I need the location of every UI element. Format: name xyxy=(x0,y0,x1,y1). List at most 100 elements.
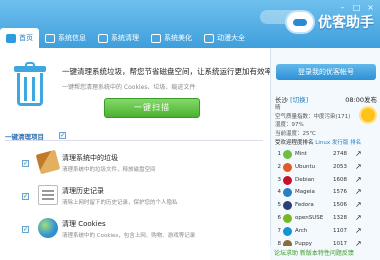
clean-item-junk: ✓ 清理系统中的垃圾 清理系统中的垃圾文件，释放磁盘空间 xyxy=(22,148,262,180)
item-title: 清理系统中的垃圾 xyxy=(62,154,118,162)
rank-number: 6 xyxy=(277,214,282,221)
item-description: 清理系统中的 Cookies，包含上网、购物、游戏等记录 xyxy=(62,233,196,239)
tab-home[interactable]: 首页 xyxy=(0,28,39,48)
cookies-checkbox[interactable]: ✓ xyxy=(22,226,29,233)
rank-number: 5 xyxy=(277,202,282,209)
broom-icon xyxy=(35,149,61,175)
one-click-scan-button[interactable]: 一键扫描 xyxy=(104,98,200,118)
distro-name: Ubuntu xyxy=(295,163,316,170)
air-quality: 空气质量指数：中度污染(171) xyxy=(275,114,351,120)
distro-score: 1506 xyxy=(333,202,347,209)
side-footer: 论坛求助 新版本特性问题反馈 xyxy=(270,246,380,260)
sun-icon xyxy=(361,108,375,122)
section-title: 一键清理项目 xyxy=(5,133,44,141)
feedback-links[interactable]: 论坛求助 新版本特性问题反馈 xyxy=(274,248,354,257)
clean-items-header: 一键清理项目 ✓ xyxy=(5,131,263,141)
rank-row[interactable]: 1 Mint 2748 ↗ xyxy=(273,148,379,161)
rank-row[interactable]: 7 Arch 1107 ↗ xyxy=(273,225,379,238)
distro-score: 1328 xyxy=(333,214,347,221)
rank-row[interactable]: 6 openSUSE 1328 ↗ xyxy=(273,212,379,225)
distro-score: 1107 xyxy=(333,227,347,234)
trend-arrow-icon: ↗ xyxy=(355,225,362,235)
current-temp: 当前温度：25℃ xyxy=(275,131,316,137)
trend-arrow-icon: ↗ xyxy=(355,212,362,222)
rank-row[interactable]: 5 Fedora 1506 ↗ xyxy=(273,199,379,212)
rank-title-suffix: Linux 发行版 排名 xyxy=(315,140,362,146)
trend-arrow-icon: ↗ xyxy=(355,161,362,171)
tab-system-clean[interactable]: 系统清理 xyxy=(92,28,145,48)
tab-label: 首页 xyxy=(19,34,33,42)
trend-arrow-icon: ↗ xyxy=(355,187,362,197)
distro-logo-icon xyxy=(283,226,292,236)
distro-name: Fedora xyxy=(295,202,314,209)
distro-score: 1608 xyxy=(333,176,347,183)
trend-arrow-icon: ↗ xyxy=(355,200,362,210)
distro-name: openSUSE xyxy=(295,214,324,221)
distro-name: Mageia xyxy=(295,189,315,196)
rank-title-prefix: 受欢迎程度排名 xyxy=(275,140,314,146)
home-icon xyxy=(6,33,16,43)
distro-logo-icon xyxy=(283,175,292,185)
trend-arrow-icon: ↗ xyxy=(355,174,362,184)
item-description: 清除上网时留下的历史记录，保护您的个人隐私 xyxy=(62,200,178,206)
tab-label: 动漫大全 xyxy=(217,34,245,42)
globe-icon xyxy=(38,218,58,238)
distro-logo-icon xyxy=(283,150,292,159)
monitor-icon xyxy=(45,33,55,43)
tab-system-beautify[interactable]: 系统美化 xyxy=(145,28,198,48)
main-panel: 一键清理系统垃圾，帮您节省磁盘空间，让系统运行更加有效率！ 一键帮您清理系统中的… xyxy=(0,48,280,260)
title-bar: – □ × 优客助手 首页 系统信息 系统清理 系统美化 动漫大全 xyxy=(0,0,380,48)
distro-logo-icon xyxy=(283,213,292,223)
rank-number: 1 xyxy=(277,151,282,157)
distro-score: 1576 xyxy=(333,189,347,196)
history-checkbox[interactable]: ✓ xyxy=(22,193,29,200)
app-logo: 优客助手 xyxy=(285,10,374,34)
hero-title: 一键清理系统垃圾，帮您节省磁盘空间，让系统运行更加有效率！ xyxy=(62,67,280,76)
weather-time: 08:00发布 xyxy=(345,96,377,104)
rank-title: 受欢迎程度排名 Linux 发行版 排名 xyxy=(275,138,361,146)
trend-arrow-icon: ↗ xyxy=(355,149,362,158)
anime-icon xyxy=(204,33,214,43)
clean-item-history: ✓ 清理历史记录 清除上网时留下的历史记录，保护您的个人隐私 xyxy=(22,181,262,213)
tab-label: 系统清理 xyxy=(111,34,139,42)
rank-number: 4 xyxy=(277,189,282,196)
distro-name: Debian xyxy=(295,176,315,183)
item-title: 清理 Cookies xyxy=(62,220,106,228)
login-account-button[interactable]: 登录我的优客帐号 xyxy=(276,64,376,80)
distro-name: Mint xyxy=(295,151,307,157)
distro-logo-icon xyxy=(283,201,292,211)
rank-row[interactable]: 3 Debian 1608 ↗ xyxy=(273,174,379,187)
distro-logo-icon xyxy=(283,188,292,198)
robot-mascot-icon xyxy=(285,10,315,34)
select-all-checkbox[interactable]: ✓ xyxy=(59,132,66,139)
trash-bin-icon xyxy=(14,62,46,106)
rank-number: 7 xyxy=(277,227,282,234)
item-title: 清理历史记录 xyxy=(62,187,104,195)
distro-rank-list: 1 Mint 2748 ↗ 2 Ubuntu 2053 ↗ 3 Debian 1608 ↗ 4 Magei… xyxy=(273,148,379,250)
tab-system-info[interactable]: 系统信息 xyxy=(39,28,92,48)
humidity: 湿度：97% xyxy=(275,122,304,128)
distro-name: Arch xyxy=(295,227,308,234)
rank-number: 2 xyxy=(277,163,282,170)
logo-text: 优客助手 xyxy=(318,15,374,31)
tab-label: 系统美化 xyxy=(164,34,192,42)
distro-score: 2748 xyxy=(333,151,347,157)
history-icon xyxy=(38,185,58,205)
rank-row[interactable]: 2 Ubuntu 2053 ↗ xyxy=(273,161,379,174)
junk-checkbox[interactable]: ✓ xyxy=(22,160,29,167)
weather-condition: 晴 xyxy=(275,105,281,111)
rank-number: 3 xyxy=(277,176,282,183)
side-panel: 登录我的优客帐号 长沙 [切换] 08:00发布 晴 空气质量指数：中度污染(1… xyxy=(270,48,380,260)
main-nav: 首页 系统信息 系统清理 系统美化 动漫大全 xyxy=(0,28,251,48)
distro-logo-icon xyxy=(283,162,292,172)
distro-score: 2053 xyxy=(333,163,347,170)
tab-anime[interactable]: 动漫大全 xyxy=(198,28,251,48)
broom-icon xyxy=(98,33,108,43)
rank-row[interactable]: 4 Mageia 1576 ↗ xyxy=(273,186,379,199)
tab-label: 系统信息 xyxy=(58,34,86,42)
item-description: 清理系统中的垃圾文件，释放磁盘空间 xyxy=(62,167,156,173)
clean-item-cookies: ✓ 清理 Cookies 清理系统中的 Cookies，包含上网、购物、游戏等记… xyxy=(22,214,262,246)
weather-widget: 长沙 [切换] 08:00发布 晴 空气质量指数：中度污染(171) 湿度：97… xyxy=(271,86,380,138)
heart-icon xyxy=(151,33,161,43)
switch-city-link[interactable]: [切换] xyxy=(290,96,308,104)
